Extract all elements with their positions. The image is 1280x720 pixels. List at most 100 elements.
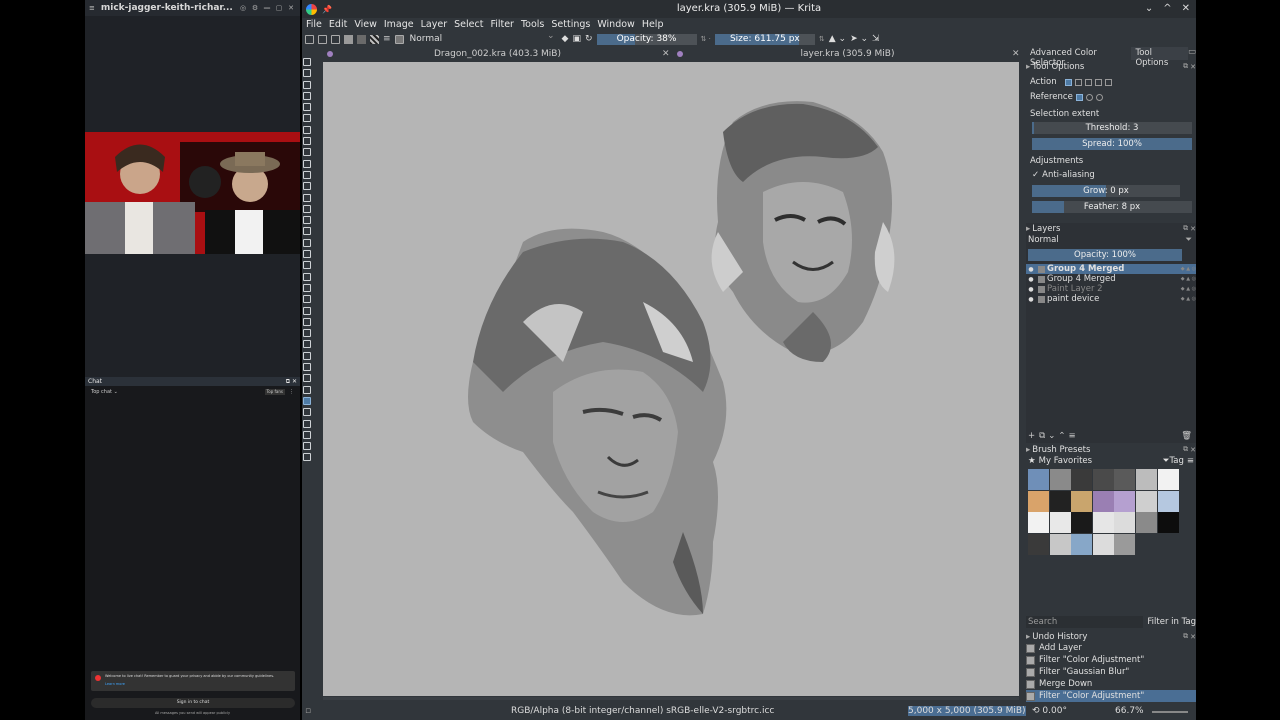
view-menu-icon[interactable]: ≡ xyxy=(1187,456,1194,466)
close-icon[interactable]: ✕ xyxy=(1190,63,1196,71)
brush-preset-tile[interactable] xyxy=(1157,490,1179,512)
brush-preset-tile[interactable] xyxy=(1092,490,1114,512)
polygon-tool-icon[interactable] xyxy=(303,148,311,157)
assistant-tool-icon[interactable] xyxy=(303,317,311,326)
minimize-icon[interactable]: — xyxy=(262,4,272,12)
threshold-slider[interactable]: Threshold: 3 xyxy=(1032,122,1192,134)
similar-select-tool-icon[interactable] xyxy=(303,408,311,417)
learn-more-link[interactable]: Learn more xyxy=(105,682,291,686)
reference-images-tool-icon[interactable] xyxy=(303,340,311,349)
calligraphy-tool-icon[interactable] xyxy=(303,91,311,100)
tag-button[interactable]: ⏷Tag xyxy=(1163,456,1184,466)
brush-preset-tile[interactable] xyxy=(1028,533,1049,555)
restore-icon[interactable]: ▢ xyxy=(274,4,284,12)
tab-close-icon[interactable]: ✕ xyxy=(1012,49,1024,59)
brush-preset-tile[interactable] xyxy=(1135,490,1157,512)
undo-history-item[interactable]: Filter "Color Adjustment" xyxy=(1026,654,1196,666)
brush-preset-tile[interactable] xyxy=(1114,469,1136,490)
chat-mode-dropdown[interactable]: Top chat ⌄ xyxy=(91,389,265,395)
undo-history-item[interactable]: Filter "Color Adjustment" xyxy=(1026,690,1196,702)
reference-color-labels-icon[interactable] xyxy=(1095,93,1103,101)
eraser-mode-icon[interactable]: ◆ xyxy=(562,34,569,44)
docker-lock-icon[interactable]: ▸ xyxy=(1026,445,1030,455)
menu-tools[interactable]: Tools xyxy=(521,18,544,32)
crop-tool-icon[interactable] xyxy=(303,238,311,247)
brush-preset-tile[interactable] xyxy=(1071,490,1093,512)
brush-preset-tile[interactable] xyxy=(1114,533,1136,555)
brush-preset-tile[interactable] xyxy=(1049,512,1071,533)
close-button[interactable]: ✕ xyxy=(1182,0,1190,18)
brush-preset-tile[interactable] xyxy=(1049,469,1071,490)
size-stepper-icon[interactable]: ⇅ xyxy=(819,35,825,43)
docker-lock-icon[interactable]: ▸ xyxy=(1026,632,1030,642)
brush-preset-tile[interactable] xyxy=(1071,512,1093,533)
brush-preset-tile[interactable] xyxy=(1092,512,1114,533)
filter-icon[interactable]: ⏷ xyxy=(1185,235,1192,245)
size-slider[interactable]: Size: 611.75 px xyxy=(714,33,815,45)
intersect-selection-icon[interactable] xyxy=(1074,78,1082,86)
brush-settings-icon[interactable]: ≡ xyxy=(383,34,391,44)
menu-view[interactable]: View xyxy=(354,18,377,32)
opacity-stepper-icon[interactable]: ⇅ · xyxy=(701,35,711,43)
freehand-path-tool-icon[interactable] xyxy=(303,182,311,191)
text-tool-icon[interactable] xyxy=(303,69,311,78)
brush-preset-tile[interactable] xyxy=(1114,490,1136,512)
layer-flags-icon[interactable]: ◆ ▲ ◎ xyxy=(1181,286,1196,292)
bezier-select-tool-icon[interactable] xyxy=(303,419,311,428)
layer-blend-mode-select[interactable]: Normal ⏷ xyxy=(1028,234,1196,246)
layer-properties-icon[interactable]: ≡ xyxy=(1068,431,1075,441)
zoom-tool-icon[interactable] xyxy=(303,442,311,451)
mirror-horizontal-icon[interactable]: ▲ ⌄ xyxy=(829,34,846,44)
visibility-eye-icon[interactable]: ● xyxy=(1026,296,1036,303)
layer-row[interactable]: ● Group 4 Merged ◆ ▲ ◎ xyxy=(1026,274,1196,284)
docker-close-icon[interactable]: ▭ xyxy=(1188,47,1196,60)
symmetric-difference-icon[interactable] xyxy=(1104,78,1112,86)
spread-slider[interactable]: Spread: 100% xyxy=(1032,138,1192,150)
enclose-fill-tool-icon[interactable] xyxy=(303,306,311,315)
filter-in-tag-button[interactable]: Filter in Tag xyxy=(1147,617,1196,627)
float-icon[interactable]: ⧉ xyxy=(1183,224,1188,233)
brush-preset-tile[interactable] xyxy=(1092,469,1114,490)
magnetic-select-tool-icon[interactable] xyxy=(303,430,311,439)
move-layer-up-icon[interactable]: ⌃ xyxy=(1058,431,1065,441)
zoom-slider[interactable] xyxy=(1152,711,1188,713)
menu-window[interactable]: Window xyxy=(597,18,634,32)
replace-selection-icon[interactable] xyxy=(1064,78,1072,86)
edit-shapes-tool-icon[interactable] xyxy=(303,80,311,89)
gradient-tool-icon[interactable] xyxy=(303,250,311,259)
sign-in-button[interactable]: Sign in to chat xyxy=(91,698,295,708)
close-icon[interactable]: ✕ xyxy=(286,4,296,12)
background-color-swatch[interactable] xyxy=(357,34,366,44)
anti-aliasing-checkbox[interactable]: ✓ Anti-aliasing xyxy=(1032,169,1196,181)
menu-edit[interactable]: Edit xyxy=(329,18,347,32)
menu-layer[interactable]: Layer xyxy=(421,18,448,32)
foreground-color-swatch[interactable] xyxy=(344,34,353,44)
reference-all-layers-icon[interactable] xyxy=(1085,93,1093,101)
close-icon[interactable]: ✕ xyxy=(1190,225,1196,233)
freehand-select-tool-icon[interactable] xyxy=(303,385,311,394)
visibility-eye-icon[interactable]: ● xyxy=(1026,286,1036,293)
brush-preset-tile[interactable] xyxy=(1049,533,1071,555)
layer-row[interactable]: ● paint device ◆ ▲ ◎ xyxy=(1026,294,1196,304)
minimize-button[interactable]: ⌄ xyxy=(1145,0,1153,18)
bezier-curve-tool-icon[interactable] xyxy=(303,170,311,179)
tab-close-icon[interactable]: ✕ xyxy=(662,49,674,59)
move-layer-down-icon[interactable]: ⌄ xyxy=(1048,431,1055,441)
brush-preset-tile[interactable] xyxy=(1157,512,1179,533)
chat-more-icon[interactable]: ⋮ xyxy=(289,389,294,395)
brush-preset-tile[interactable] xyxy=(1049,490,1071,512)
preserve-alpha-icon[interactable]: ▣ xyxy=(572,34,581,44)
dynamic-brush-tool-icon[interactable] xyxy=(303,193,311,202)
smart-patch-tool-icon[interactable] xyxy=(303,283,311,292)
layer-flags-icon[interactable]: ◆ ▲ ◎ xyxy=(1181,266,1196,272)
subtract-selection-icon[interactable] xyxy=(1094,78,1102,86)
brush-preset-tile[interactable] xyxy=(1157,469,1179,490)
brush-preset-tile[interactable] xyxy=(1028,512,1049,533)
measure-tool-icon[interactable] xyxy=(303,329,311,338)
menu-filter[interactable]: Filter xyxy=(490,18,514,32)
brush-preset-tile[interactable] xyxy=(1071,469,1093,490)
undo-history-item[interactable]: Filter "Gaussian Blur" xyxy=(1026,666,1196,678)
color-picker-tool-icon[interactable] xyxy=(303,261,311,270)
float-icon[interactable]: ⧉ xyxy=(1183,62,1188,71)
horizontal-scrollbar[interactable] xyxy=(323,697,1019,700)
